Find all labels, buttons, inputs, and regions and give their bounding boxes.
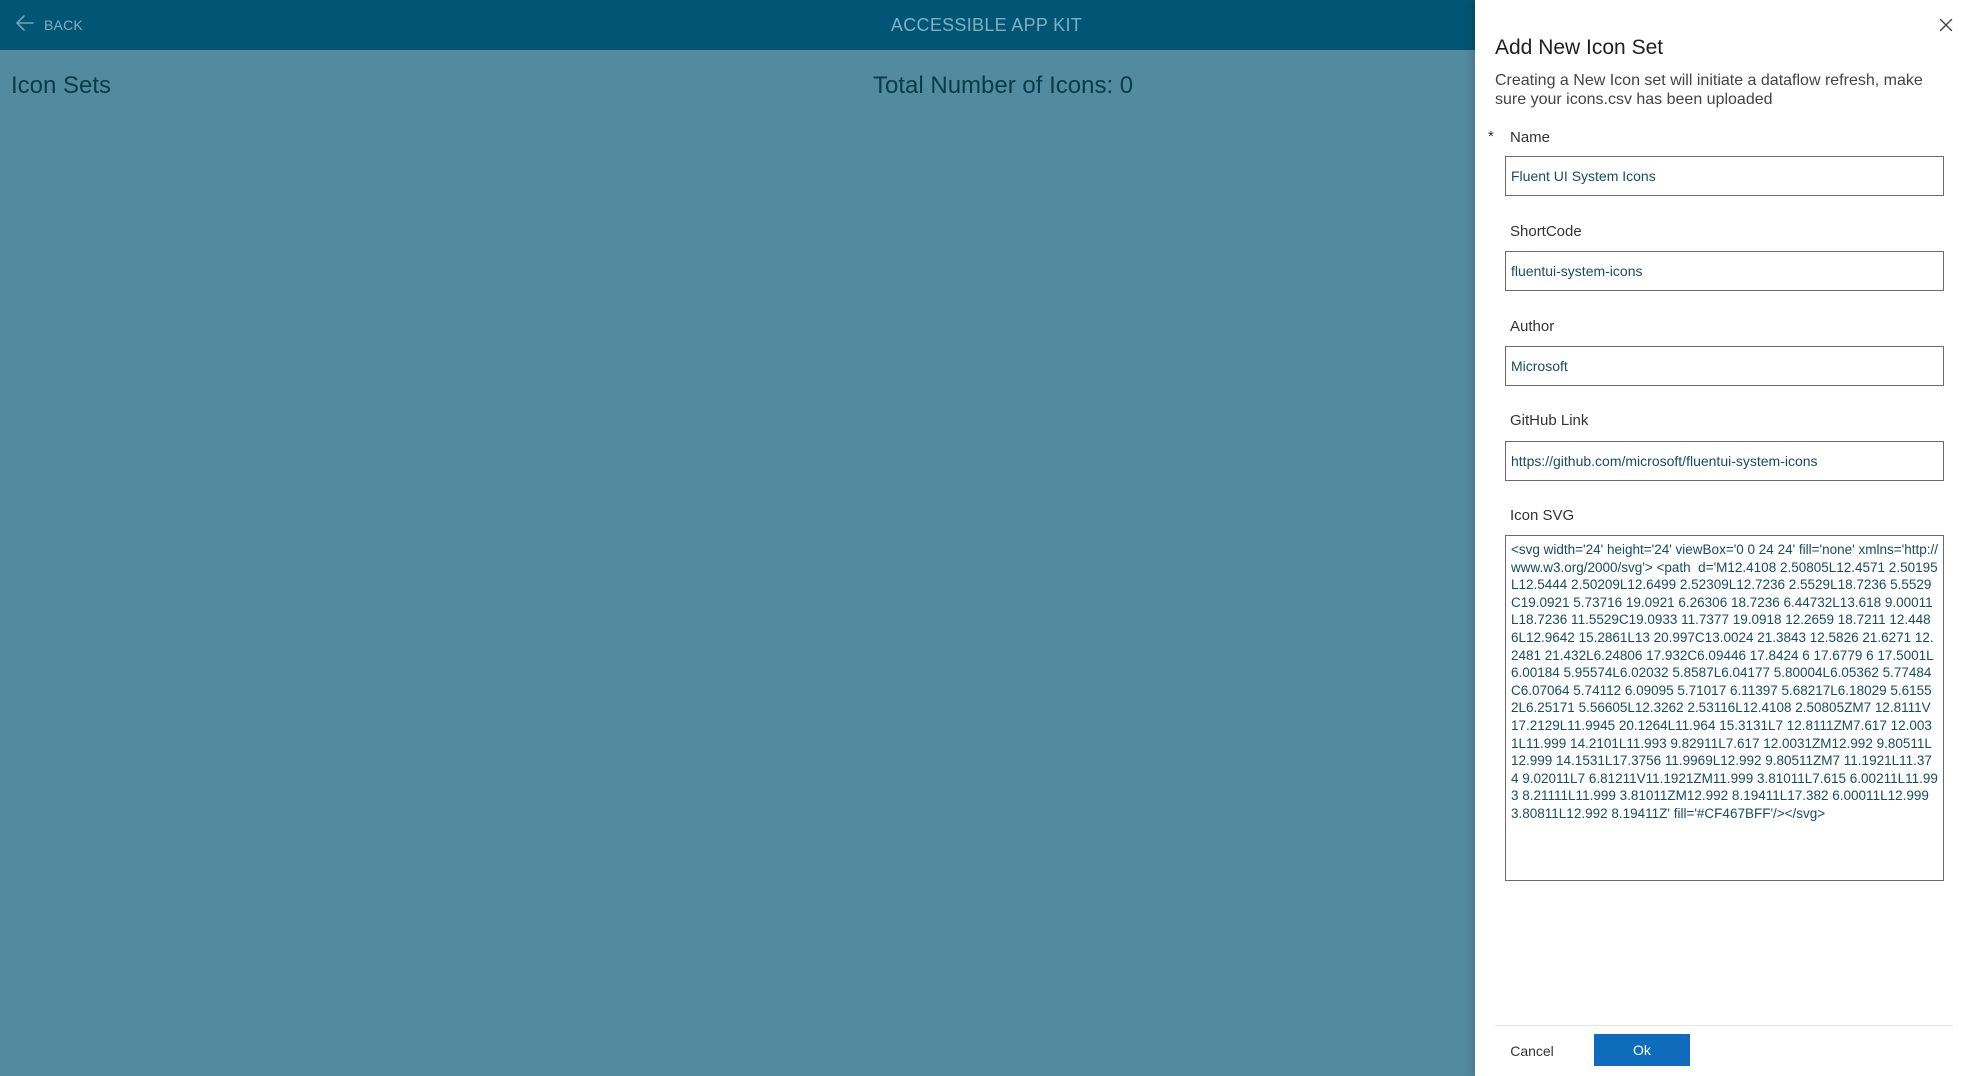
author-input[interactable]	[1505, 346, 1944, 386]
shortcode-label: ShortCode	[1510, 223, 1582, 240]
panel-title: Add New Icon Set	[1495, 36, 1664, 59]
name-input[interactable]	[1505, 156, 1944, 196]
github-link-input[interactable]	[1505, 441, 1944, 481]
name-label: Name	[1510, 129, 1551, 146]
panel-subtitle: Creating a New Icon set will initiate a …	[1495, 72, 1923, 108]
close-icon	[1939, 18, 1953, 37]
close-button[interactable]	[1933, 14, 1959, 40]
required-marker: *	[1488, 128, 1494, 145]
icon-svg-label: Icon SVG	[1510, 507, 1575, 524]
shortcode-input[interactable]	[1505, 251, 1944, 291]
total-icons-count: Total Number of Icons: 0	[873, 72, 1134, 99]
icon-svg-textarea[interactable]: <svg width='24' height='24' viewBox='0 0…	[1505, 535, 1944, 881]
github-link-label: GitHub Link	[1510, 412, 1589, 429]
add-icon-set-panel: Add New Icon Set Creating a New Icon set…	[1475, 0, 1973, 1076]
section-title: Icon Sets	[11, 72, 112, 99]
cancel-button[interactable]: Cancel	[1491, 1036, 1573, 1066]
ok-button[interactable]: Ok	[1594, 1034, 1690, 1066]
author-label: Author	[1510, 318, 1555, 335]
footer-divider	[1495, 1025, 1953, 1026]
